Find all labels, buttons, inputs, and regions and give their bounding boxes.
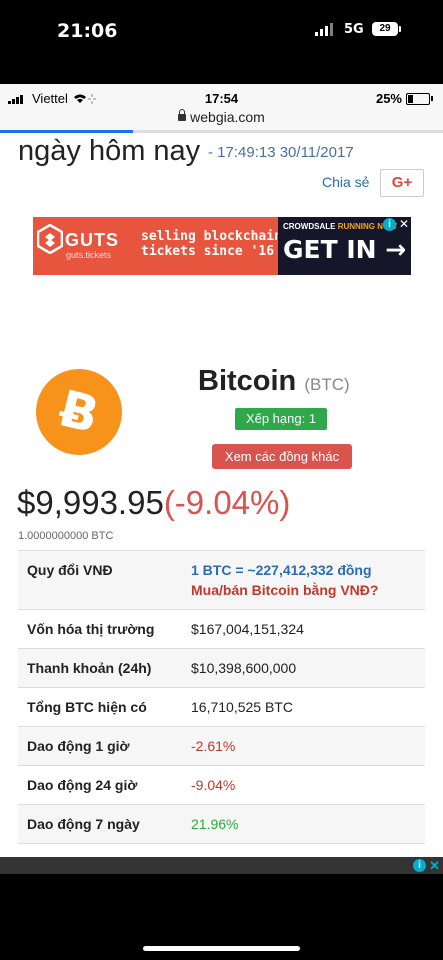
battery-icon [406,92,430,105]
row-value: $167,004,151,324 [191,621,304,637]
network-type: 5G [344,22,364,37]
row-label: Thanh khoản (24h) [27,660,152,676]
rank-badge: Xếp hạng: 1 [235,408,327,430]
row-label: Quy đổi VNĐ [27,562,113,578]
ad-close-icon[interactable]: ✕ [429,858,440,874]
table-row: Thanh khoản (24h) $10,398,600,000 [18,649,425,688]
row-label: Dao động 7 ngày [27,816,140,832]
coin-symbol: (BTC) [304,375,350,394]
row-value: $10,398,600,000 [191,660,297,676]
coin-price: $9,993.95(-9.04%) [17,484,291,521]
page-load-progress [0,130,443,133]
ad-line-1: selling blockchain [141,229,282,244]
vnd-conversion: 1 BTC = ~227,412,332 đồng [191,562,372,578]
lock-icon [178,109,187,121]
google-plus-share-button[interactable]: G+ [380,169,424,197]
outer-clock: 21:06 [57,20,118,42]
coin-name: Bitcoin (BTC) [198,365,350,397]
ad-line-2: tickets since '16 [141,244,275,259]
row-label: Dao động 24 giờ [27,777,138,793]
ad-close-icon[interactable]: ✕ [399,217,409,231]
buy-sell-link[interactable]: Mua/bán Bitcoin bằng VNĐ? [191,582,378,598]
battery-percent: 25% [375,91,402,106]
row-label: Vốn hóa thị trường [27,621,155,637]
table-row: Dao động 7 ngày 21.96% [18,805,425,844]
ad-copy: selling blockchain tickets since '16 [141,229,282,259]
battery-cap [399,26,401,32]
ad-brand: GUTS [65,230,120,250]
ad-brand-sub: guts.tickets [66,250,112,260]
stats-table: Quy đổi VNĐ 1 BTC = ~227,412,332 đồng Mu… [18,550,425,844]
row-label: Dao động 1 giờ [27,738,130,754]
row-value: 21.96% [191,816,239,832]
other-coins-button[interactable]: Xem các đồng khác [212,444,352,469]
table-row: Tổng BTC hiện có 16,710,525 BTC [18,688,425,727]
ad-crowdsale: CROWDSALE RUNNING NOW [283,222,397,231]
table-row: Dao động 1 giờ -2.61% [18,727,425,766]
url-text: webgia.com [190,109,265,125]
row-value: -2.61% [191,738,236,754]
share-label: Chia sẻ [322,174,370,190]
ad-info-icon[interactable]: i [413,859,426,872]
coin-amount: 1.0000000000 BTC [18,530,114,542]
outer-status-bar: 21:06 5G 29 [0,0,443,84]
row-value: -9.04% [191,777,236,793]
table-row: Quy đổi VNĐ 1 BTC = ~227,412,332 đồng Mu… [18,551,425,610]
page-heading: ngày hôm nay [18,135,201,167]
inner-battery: 25% [376,91,433,106]
ad-banner[interactable]: GUTS guts.tickets selling blockchain tic… [33,217,411,275]
ad-cta[interactable]: GET IN → [283,235,406,264]
home-indicator[interactable] [143,946,300,951]
bottom-ad-bar[interactable]: i ✕ [0,857,443,874]
row-value: 16,710,525 BTC [191,699,293,715]
table-row: Vốn hóa thị trường $167,004,151,324 [18,610,425,649]
table-row: Dao động 24 giờ -9.04% [18,766,425,805]
address-bar[interactable]: webgia.com [0,109,443,125]
battery-icon: 29 [372,22,398,36]
inner-status-bar: Viettel 17:54 25% webgia.com [0,84,443,130]
ad-info-icon[interactable]: i [383,218,396,231]
svg-text:Ƀ: Ƀ [53,379,104,445]
price-change: (-9.04%) [163,484,291,521]
screenshot-frame: Viettel 17:54 25% webgia.com ngày hôm na… [0,84,443,874]
guts-logo-icon [37,224,63,254]
page-timestamp: - 17:49:13 30/11/2017 [208,144,354,161]
bitcoin-logo-icon: Ƀ [36,369,122,455]
row-label: Tổng BTC hiện có [27,699,147,715]
